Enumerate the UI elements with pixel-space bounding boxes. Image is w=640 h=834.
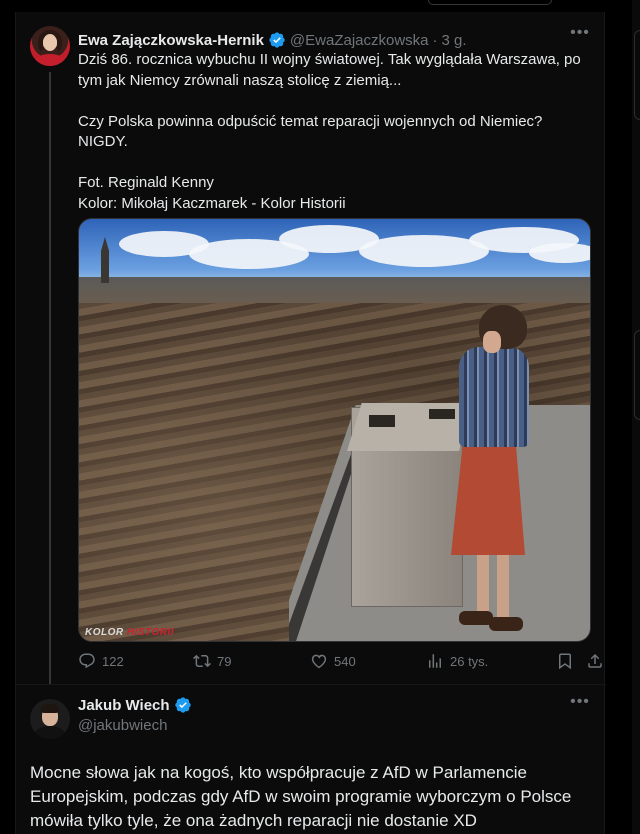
avatar[interactable] — [30, 26, 70, 66]
like-count: 540 — [334, 653, 356, 669]
text-line: Kolor: Mikołaj Kaczmarek - Kolor Histori… — [78, 194, 346, 212]
reply-button[interactable]: 122 — [78, 652, 124, 670]
views-count: 26 tys. — [450, 653, 489, 669]
author-name[interactable]: Ewa Zajączkowska-Hernik — [78, 32, 264, 49]
share-button[interactable] — [586, 652, 610, 670]
reply-tweet[interactable]: Jakub Wiech @jakubwiech ••• Mocne słowa … — [16, 685, 606, 834]
like-button[interactable]: 540 — [310, 652, 356, 670]
author-name-row: Jakub Wiech — [78, 696, 192, 714]
reply-icon — [79, 653, 95, 669]
separator: · — [432, 31, 438, 49]
verified-badge-icon — [174, 697, 191, 713]
timestamp[interactable]: 3 g. — [442, 32, 467, 49]
right-panel-edge — [632, 0, 640, 834]
text-line: NIGDY. — [78, 133, 128, 150]
author-handle[interactable]: @jakubwiech — [78, 717, 167, 734]
tweet-header: Ewa Zajączkowska-Hernik @EwaZajaczkowska… — [78, 29, 467, 51]
tweet-actions: 122 79 540 26 tys. — [78, 652, 602, 674]
timeline: Ewa Zajączkowska-Hernik @EwaZajaczkowska… — [15, 12, 606, 834]
tweet[interactable]: Ewa Zajączkowska-Hernik @EwaZajaczkowska… — [16, 12, 606, 684]
bookmark-icon — [559, 653, 571, 670]
text-line — [78, 91, 593, 112]
author-handle[interactable]: @EwaZajaczkowska — [290, 32, 429, 49]
top-pill-edge — [428, 0, 552, 5]
reply-count: 122 — [102, 653, 124, 669]
photo-watermark: KOLOR HISTORII — [85, 627, 175, 638]
text-line: Czy Polska powinna odpuścić temat repara… — [78, 112, 543, 130]
views-icon — [429, 654, 441, 668]
tweet-text: Dziś 86. rocznica wybuchu II wojny świat… — [78, 50, 593, 214]
thread-connector — [49, 72, 51, 684]
repost-button[interactable]: 79 — [193, 652, 231, 670]
bookmark-button[interactable] — [556, 652, 580, 670]
author-name[interactable]: Jakub Wiech — [78, 697, 170, 714]
share-icon — [588, 653, 602, 668]
tweet-text: Mocne słowa jak na kogoś, kto współpracu… — [30, 763, 572, 830]
text-line: Fot. Reginald Kenny — [78, 174, 214, 191]
verified-badge-icon — [269, 32, 285, 48]
avatar[interactable] — [30, 699, 70, 739]
repost-count: 79 — [217, 653, 232, 669]
more-icon[interactable]: ••• — [570, 25, 590, 44]
views-button[interactable]: 26 tys. — [426, 652, 488, 670]
text-line: Dziś 86. rocznica wybuchu II wojny świat… — [78, 51, 581, 89]
like-icon — [311, 654, 327, 669]
tweet-photo[interactable]: KOLOR HISTORII — [78, 218, 591, 642]
repost-icon — [193, 654, 211, 668]
text-line — [78, 153, 593, 174]
more-icon[interactable]: ••• — [570, 694, 590, 713]
